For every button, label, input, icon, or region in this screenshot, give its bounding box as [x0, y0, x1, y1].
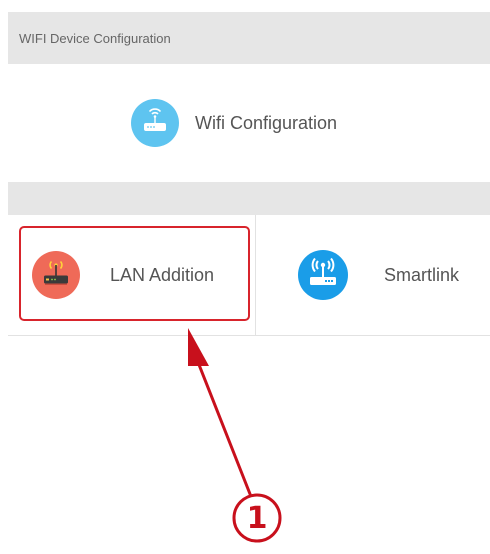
smartlink-label: Smartlink	[384, 264, 460, 285]
wifi-configuration-label: Wifi Configuration	[194, 112, 338, 133]
wifi-configuration-item[interactable]: Wifi Configuration	[8, 64, 490, 182]
section-header-wifi-device-configuration: WIFI Device Configuration	[8, 12, 490, 64]
smartlink-option[interactable]: Smartlink	[256, 215, 490, 335]
smartlink-router-icon	[298, 250, 348, 300]
router-wifi-icon	[130, 99, 179, 147]
step-number: 1	[246, 500, 268, 536]
section-header-title: WIFI Device Configuration	[19, 30, 171, 46]
lan-addition-label: LAN Addition	[110, 264, 215, 285]
page: WIFI Device Configuration Wifi Configura…	[0, 0, 490, 554]
section-header-blank	[8, 182, 490, 215]
lan-addition-option[interactable]: LAN Addition	[8, 215, 255, 335]
router-antenna-icon	[32, 251, 80, 299]
options-grid: LAN Addition Smartlink	[8, 215, 490, 336]
